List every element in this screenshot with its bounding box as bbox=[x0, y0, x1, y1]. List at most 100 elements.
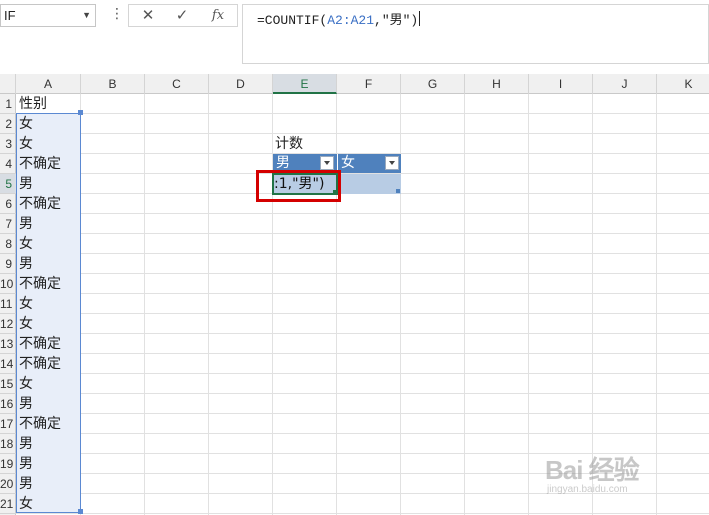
row-header-8[interactable]: 8 bbox=[0, 234, 16, 254]
filter-dropdown-icon[interactable] bbox=[385, 156, 399, 170]
grid-row-line bbox=[16, 393, 709, 394]
column-header-d[interactable]: D bbox=[209, 74, 273, 94]
name-box-value: IF bbox=[4, 8, 16, 23]
column-header-j[interactable]: J bbox=[593, 74, 657, 94]
watermark-text: Bai 经验 bbox=[545, 455, 640, 485]
grid-row-line bbox=[16, 313, 709, 314]
grid-row-line bbox=[16, 333, 709, 334]
row-header-bar: 1 2 3 4 5 6 7 8 9 10 11 12 13 14 15 16 17 18 19 20 21 bbox=[0, 94, 16, 515]
cell-a15[interactable]: 女 bbox=[19, 374, 33, 394]
grid-row-line bbox=[16, 273, 709, 274]
row-header-2[interactable]: 2 bbox=[0, 114, 16, 134]
grid-row-line bbox=[16, 113, 709, 114]
column-header-bar: ABCDEFGHIJK bbox=[0, 74, 709, 94]
row-header-16[interactable]: 16 bbox=[0, 394, 16, 414]
highlight-annotation-box bbox=[256, 170, 341, 202]
formula-input[interactable]: =COUNTIF(A2:A21,″男″) bbox=[242, 4, 709, 64]
grid-row-line bbox=[16, 413, 709, 414]
cell-a13[interactable]: 不确定 bbox=[19, 334, 61, 354]
insert-function-icon[interactable]: fx bbox=[203, 5, 233, 26]
grid-column-line bbox=[464, 94, 465, 515]
row-header-17[interactable]: 17 bbox=[0, 414, 16, 434]
grid-column-line bbox=[144, 94, 145, 515]
cell-a17[interactable]: 不确定 bbox=[19, 414, 61, 434]
row-header-3[interactable]: 3 bbox=[0, 134, 16, 154]
table-header-female-label: 女 bbox=[341, 155, 355, 171]
chevron-down-icon[interactable]: ▼ bbox=[82, 5, 91, 26]
grid-row-line bbox=[16, 253, 709, 254]
cell-a14[interactable]: 不确定 bbox=[19, 354, 61, 374]
column-header-f[interactable]: F bbox=[337, 74, 401, 94]
select-all-corner[interactable] bbox=[0, 74, 16, 94]
cell-a18[interactable]: 男 bbox=[19, 434, 33, 454]
column-header-c[interactable]: C bbox=[145, 74, 209, 94]
cell-a11[interactable]: 女 bbox=[19, 294, 33, 314]
selection-handle[interactable] bbox=[78, 110, 83, 115]
cell-a1-header[interactable]: 性别 bbox=[19, 94, 47, 114]
cell-a3[interactable]: 女 bbox=[19, 134, 33, 154]
row-header-20[interactable]: 20 bbox=[0, 474, 16, 494]
cell-a5[interactable]: 男 bbox=[19, 174, 33, 194]
row-header-21[interactable]: 21 bbox=[0, 494, 16, 514]
cell-a10[interactable]: 不确定 bbox=[19, 274, 61, 294]
cell-a12[interactable]: 女 bbox=[19, 314, 33, 334]
grid-row-line bbox=[16, 433, 709, 434]
cell-a16[interactable]: 男 bbox=[19, 394, 33, 414]
fill-handle[interactable] bbox=[78, 509, 83, 514]
row-header-12[interactable]: 12 bbox=[0, 314, 16, 334]
grid-row-line bbox=[16, 353, 709, 354]
row-header-6[interactable]: 6 bbox=[0, 194, 16, 214]
enter-check-icon[interactable]: ✓ bbox=[167, 5, 197, 26]
cell-a20[interactable]: 男 bbox=[19, 474, 33, 494]
grid-row-line bbox=[16, 133, 709, 134]
column-header-a[interactable]: A bbox=[16, 74, 81, 94]
count-label: 计数 bbox=[275, 136, 303, 152]
formula-prefix: =COUNTIF( bbox=[257, 13, 328, 28]
cell-a19[interactable]: 男 bbox=[19, 454, 33, 474]
table-resize-handle[interactable] bbox=[396, 189, 400, 193]
cell-a9[interactable]: 男 bbox=[19, 254, 33, 274]
row-header-18[interactable]: 18 bbox=[0, 434, 16, 454]
grid-column-line bbox=[528, 94, 529, 515]
row-header-7[interactable]: 7 bbox=[0, 214, 16, 234]
text-caret bbox=[419, 11, 421, 26]
row-header-1[interactable]: 1 bbox=[0, 94, 16, 114]
cell-a2[interactable]: 女 bbox=[19, 114, 33, 134]
grid-row-line bbox=[16, 293, 709, 294]
row-header-9[interactable]: 9 bbox=[0, 254, 16, 274]
column-header-i[interactable]: I bbox=[529, 74, 593, 94]
row-header-15[interactable]: 15 bbox=[0, 374, 16, 394]
row-header-11[interactable]: 11 bbox=[0, 294, 16, 314]
baidu-watermark: Bai 经验 jingyan.baidu.com bbox=[533, 438, 709, 515]
row-header-13[interactable]: 13 bbox=[0, 334, 16, 354]
cell-a21[interactable]: 女 bbox=[19, 494, 33, 514]
cell-a4[interactable]: 不确定 bbox=[19, 154, 61, 174]
grid-column-line bbox=[208, 94, 209, 515]
column-header-k[interactable]: K bbox=[657, 74, 709, 94]
watermark-url: jingyan.baidu.com bbox=[547, 484, 628, 495]
name-box[interactable]: IF ▼ bbox=[0, 4, 96, 27]
grid-row-line bbox=[16, 213, 709, 214]
row-header-10[interactable]: 10 bbox=[0, 274, 16, 294]
row-header-4[interactable]: 4 bbox=[0, 154, 16, 174]
grid-row-line bbox=[16, 233, 709, 234]
more-options-icon[interactable]: ⋮ bbox=[110, 4, 124, 27]
table-cell-f5[interactable] bbox=[337, 174, 401, 194]
column-header-b[interactable]: B bbox=[81, 74, 145, 94]
cancel-icon[interactable]: ✕ bbox=[133, 5, 163, 26]
cell-a6[interactable]: 不确定 bbox=[19, 194, 61, 214]
column-header-e[interactable]: E bbox=[273, 74, 337, 94]
table-header-female[interactable]: 女 bbox=[337, 154, 401, 173]
row-header-14[interactable]: 14 bbox=[0, 354, 16, 374]
cell-a7[interactable]: 男 bbox=[19, 214, 33, 234]
row-header-5[interactable]: 5 bbox=[0, 174, 16, 194]
cell-a8[interactable]: 女 bbox=[19, 234, 33, 254]
formula-suffix: ,″男″) bbox=[374, 13, 419, 28]
formula-range-ref: A2:A21 bbox=[327, 13, 375, 28]
filter-dropdown-icon[interactable] bbox=[320, 156, 334, 170]
column-header-g[interactable]: G bbox=[401, 74, 465, 94]
table-header-male-label: 男 bbox=[276, 155, 290, 171]
column-header-h[interactable]: H bbox=[465, 74, 529, 94]
formula-buttons: ✕ ✓ fx bbox=[128, 4, 238, 27]
row-header-19[interactable]: 19 bbox=[0, 454, 16, 474]
